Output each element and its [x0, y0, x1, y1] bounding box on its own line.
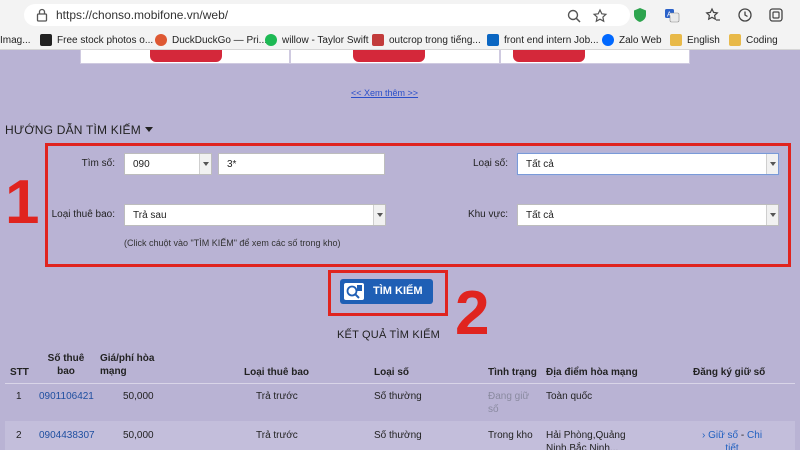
khu-vuc-label: Khu vực:: [467, 209, 508, 220]
bookmark-item[interactable]: Free stock photos o...: [40, 32, 153, 48]
bookmark-item[interactable]: Imag...: [0, 32, 31, 48]
browser-toolbar: https://chonso.mobifone.vn/web/ A: [0, 0, 800, 30]
column-header-phone: Số thuê bao: [47, 353, 85, 377]
search-guide-toggle[interactable]: HƯỚNG DẪN TÌM KIẾM: [5, 123, 153, 137]
tim-so-label: Tìm số:: [81, 158, 115, 169]
address-bar[interactable]: https://chonso.mobifone.vn/web/: [24, 4, 630, 26]
annotation-number-1: 1: [5, 168, 40, 237]
loai-thue-bao-label: Loại thuê bao:: [51, 209, 115, 220]
bookmark-item[interactable]: willow - Taylor Swift: [265, 32, 369, 48]
svg-text:A: A: [667, 12, 672, 19]
hold-number-link[interactable]: Giữ số: [708, 430, 738, 441]
column-header-price: Giá/phí hòa mạng: [100, 353, 155, 377]
table-divider: [5, 383, 795, 384]
chevron-down-icon: [766, 154, 778, 174]
register-button[interactable]: [513, 50, 585, 62]
register-button[interactable]: [353, 50, 425, 62]
lock-icon: [36, 8, 48, 22]
number-pattern-input[interactable]: 3*: [218, 153, 385, 175]
search-hint-text: (Click chuột vào "TÌM KIẾM" để xem các s…: [124, 238, 341, 248]
see-more-link[interactable]: << Xem thêm >>: [351, 88, 418, 98]
chevron-down-icon: [766, 205, 778, 225]
duckduckgo-icon: [155, 34, 167, 46]
register-button[interactable]: [150, 50, 222, 62]
bookmarks-bar: Imag... Free stock photos o... DuckDuckG…: [0, 30, 800, 50]
bookmark-item[interactable]: Zalo Web: [602, 32, 662, 48]
translate-icon[interactable]: A: [664, 7, 680, 23]
subscription-type-select[interactable]: Trả sau: [124, 204, 386, 226]
register-actions: › Giữ số - Chi tiết: [697, 429, 767, 450]
zalo-icon: [602, 34, 614, 46]
column-header-number-type: Loại số: [374, 367, 410, 378]
prefix-select[interactable]: 090: [124, 153, 212, 175]
column-header-status: Tình trạng: [488, 367, 537, 378]
bookmark-folder[interactable]: English: [670, 32, 720, 48]
folder-icon: [670, 34, 682, 46]
history-icon[interactable]: [737, 7, 753, 23]
chevron-down-icon: [199, 154, 211, 174]
column-header-location: Địa điểm hòa mạng: [546, 367, 638, 378]
number-type-select[interactable]: Tất cả: [517, 153, 779, 175]
search-button[interactable]: TÌM KIẾM: [340, 279, 433, 304]
region-select[interactable]: Tất cả: [517, 204, 779, 226]
magnifier-sim-icon: [344, 283, 364, 300]
bookmark-item[interactable]: DuckDuckGo — Pri...: [155, 32, 267, 48]
linkedin-icon: [487, 34, 499, 46]
phone-number-link[interactable]: 0904438307: [39, 429, 95, 442]
chevron-right-icon: ›: [701, 430, 706, 441]
result-title: KẾT QUẢ TÌM KIẾM: [337, 329, 441, 341]
column-header-subscription: Loại thuê bao: [244, 367, 309, 378]
phone-number-link[interactable]: 0901106421: [39, 390, 94, 403]
annotation-number-2: 2: [455, 279, 490, 348]
favorites-icon[interactable]: [705, 7, 721, 23]
bookmark-favicon-icon: [40, 34, 52, 46]
bookmark-item[interactable]: front end intern Job...: [487, 32, 599, 48]
extension-shield-icon[interactable]: [632, 7, 648, 23]
favorite-star-icon[interactable]: [592, 8, 608, 24]
folder-icon: [729, 34, 741, 46]
zoom-icon[interactable]: [566, 8, 582, 24]
chevron-down-icon: [373, 205, 385, 225]
spotify-icon: [265, 34, 277, 46]
column-header-register: Đăng ký giữ số: [693, 367, 766, 378]
bookmark-folder[interactable]: Coding: [729, 32, 778, 48]
dictionary-icon: [372, 34, 384, 46]
loai-so-label: Loại số:: [472, 158, 508, 169]
collections-icon[interactable]: [768, 7, 784, 23]
bookmark-item[interactable]: outcrop trong tiếng...: [372, 32, 481, 48]
caret-down-icon: [144, 127, 153, 132]
address-text: https://chonso.mobifone.vn/web/: [56, 8, 229, 22]
column-header-stt: STT: [10, 367, 29, 378]
